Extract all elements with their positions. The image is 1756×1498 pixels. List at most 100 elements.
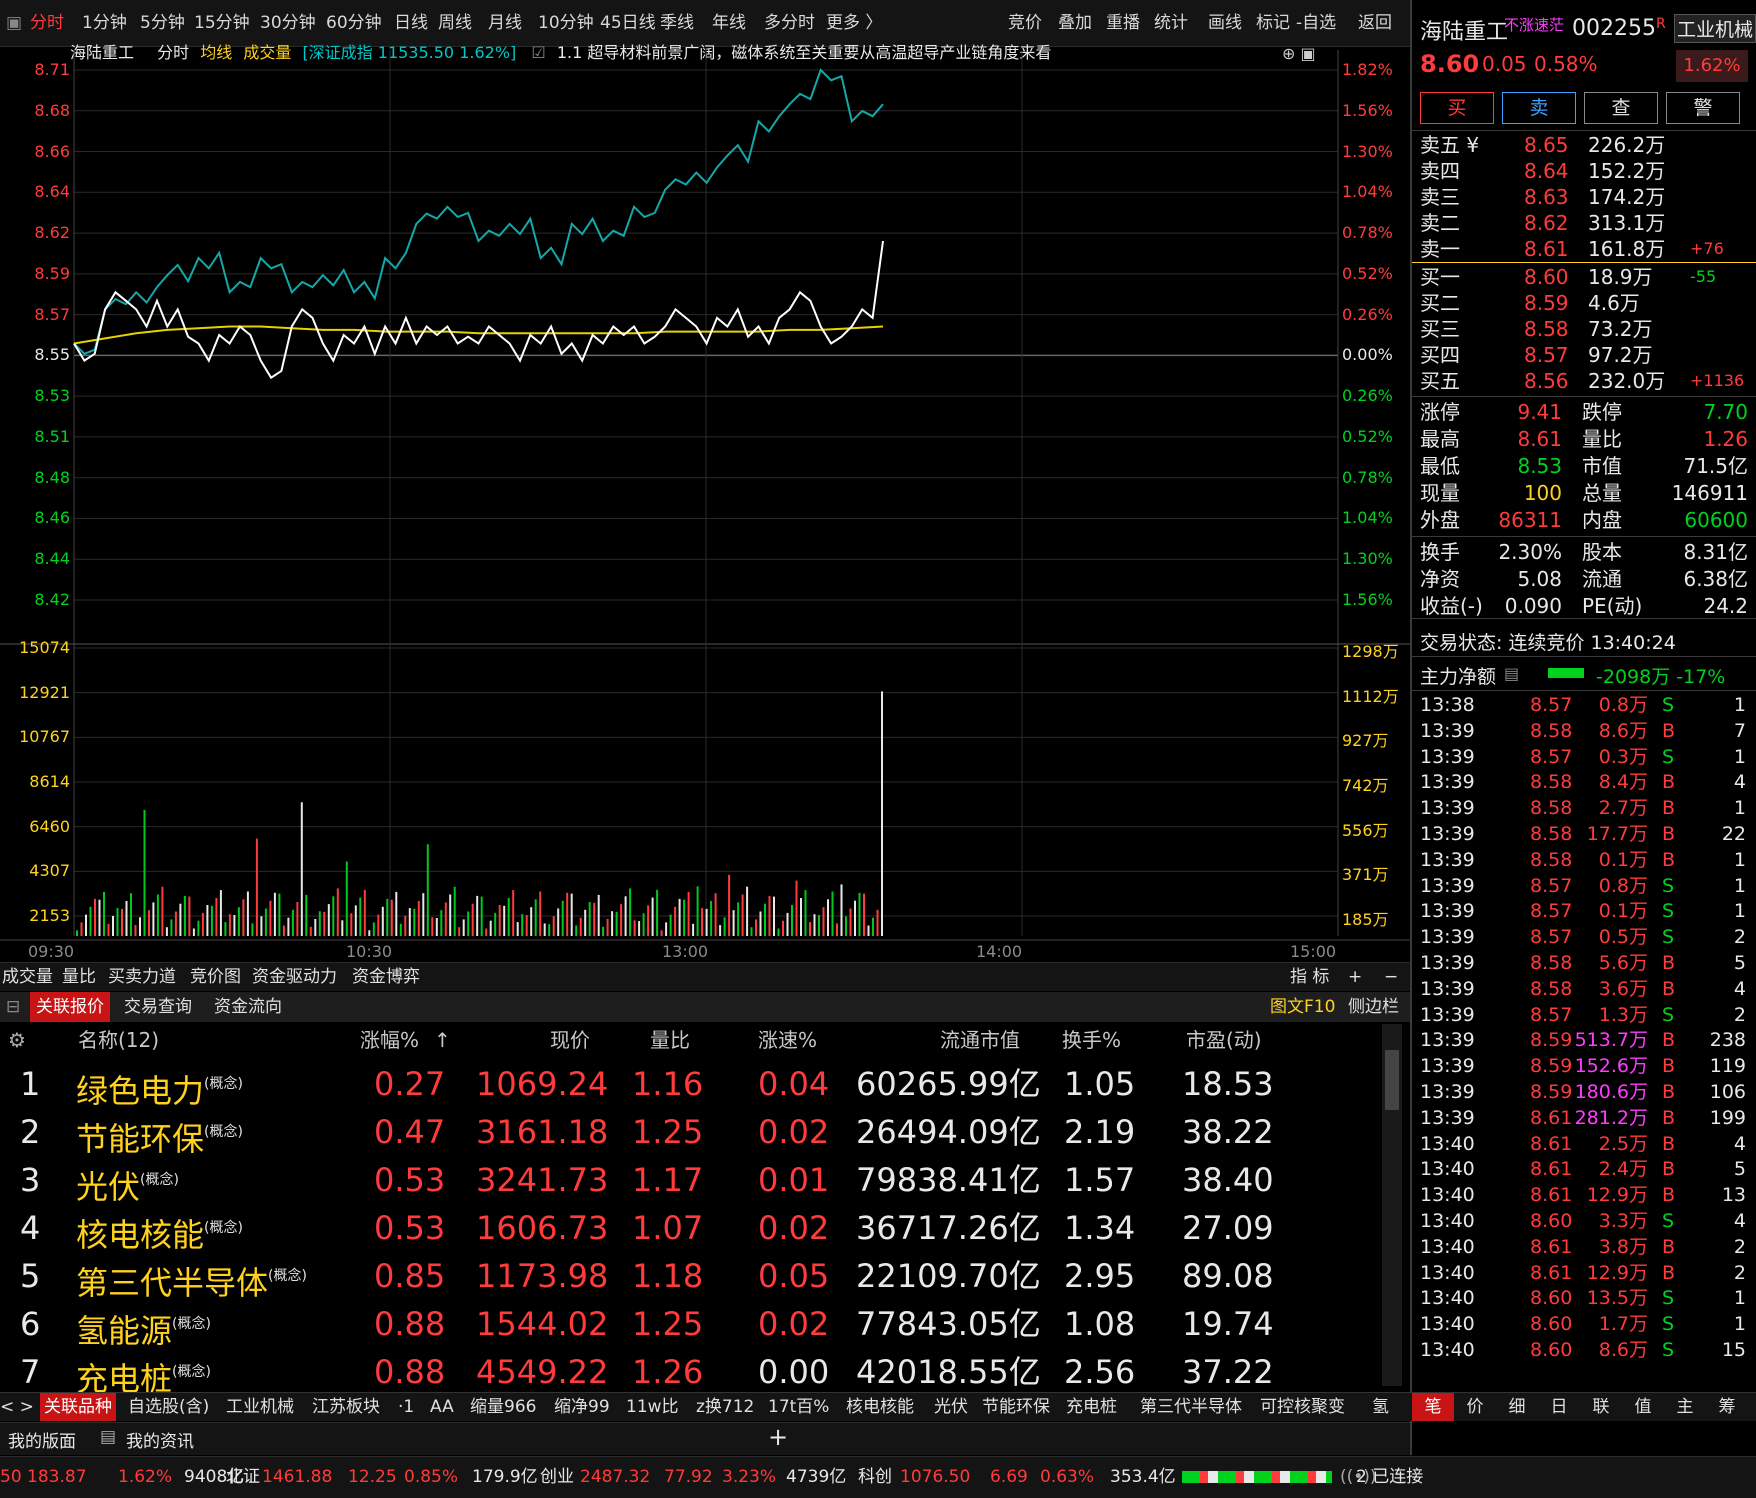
volume-bar [152,902,155,936]
buy-button[interactable]: 买 [1420,92,1494,124]
table-header[interactable]: 换手% [1062,1022,1121,1058]
table-row[interactable]: 6 氢能源(概念) 0.88 1544.02 1.25 0.02 77843.05亿 1.08… [0,1300,1380,1350]
row-name[interactable]: 核电核能(概念) [76,1204,243,1259]
asks-row[interactable]: 卖三 8.63 174.2万 [1412,184,1756,210]
row-pe: 27.09 [1182,1209,1274,1247]
tag-item[interactable]: 11w比 [626,1393,679,1421]
indicator-control[interactable]: − [1384,963,1398,991]
table-header[interactable]: 市盈(动) [1186,1022,1262,1058]
query-button[interactable]: 查 [1584,92,1658,124]
my-news-tab[interactable]: 我的资讯 [126,1427,194,1452]
tag-item[interactable]: AA [430,1393,454,1421]
table-header[interactable]: 量比 [650,1022,690,1058]
table-header[interactable]: 涨速% [758,1022,817,1058]
list-tab[interactable]: 资金流向 [214,992,282,1022]
quote-sector[interactable]: 工业机械 [1674,14,1756,43]
add-layout-button[interactable]: + [768,1423,788,1451]
row-name[interactable]: 光伏(概念) [76,1156,179,1211]
bids-row[interactable]: 买四 8.57 97.2万 [1412,342,1756,368]
indicator-tab[interactable]: 成交量 [2,963,53,991]
mainflow-icon[interactable]: ▤ [1504,664,1519,683]
indicator-tab[interactable]: 竞价图 [190,963,241,991]
row-name[interactable]: 绿色电力(概念) [76,1060,243,1115]
table-row[interactable]: 5 第三代半导体(概念) 0.85 1173.98 1.18 0.05 22109.70亿 2… [0,1252,1380,1302]
table-header[interactable]: 涨幅% [360,1022,419,1058]
table-header[interactable]: 名称(12) [78,1022,159,1058]
my-layout-tab[interactable]: 我的版面 [8,1427,76,1452]
sell-button[interactable]: 卖 [1502,92,1576,124]
chart-grid [0,50,1410,941]
tag-item[interactable]: 缩净99 [554,1393,610,1421]
volume-bar [777,928,780,936]
tag-item[interactable]: 自选股(含) [128,1393,209,1421]
stat-value: 7.70 [1703,400,1748,424]
settings-gear-icon[interactable]: ⚙ [8,1022,26,1058]
bids-row[interactable]: 买三 8.58 73.2万 [1412,316,1756,342]
tick-price: 8.58 [1530,719,1573,742]
tag-item[interactable]: < > [0,1393,34,1421]
tag-item[interactable]: 核电核能 [846,1393,914,1421]
row-name[interactable]: 节能环保(概念) [76,1108,243,1163]
collapse-icon[interactable]: ⊟ [6,992,20,1022]
asks-row[interactable]: 卖四 8.64 152.2万 [1412,158,1756,184]
tick-volume: 12.9万 [1586,1261,1648,1284]
table-header[interactable]: 流通市值 [940,1022,1020,1058]
table-row[interactable]: 4 核电核能(概念) 0.53 1606.73 1.07 0.02 36717.26亿 1.3… [0,1204,1380,1254]
tag-item[interactable]: 17t百% [768,1393,829,1421]
tag-item[interactable]: 可控核聚变 [1260,1393,1345,1421]
tag-item[interactable]: 氢 [1372,1393,1389,1421]
quote-panel-tab[interactable]: 价 [1454,1393,1496,1421]
bids-row[interactable]: 买五 8.56 232.0万 +1136 [1412,368,1756,394]
tick-count: 4 [1733,1210,1746,1232]
table-row[interactable]: 3 光伏(概念) 0.53 3241.73 1.17 0.01 79838.41亿 1.57 3… [0,1156,1380,1206]
indicator-tab[interactable]: 资金驱动力 [252,963,337,991]
indicator-control[interactable]: + [1348,963,1362,991]
volume-bar [534,899,537,936]
quote-panel-tab[interactable]: 筹 [1706,1393,1748,1421]
quote-panel-tab[interactable]: 值 [1622,1393,1664,1421]
table-row[interactable]: 1 绿色电力(概念) 0.27 1069.24 1.16 0.04 60265.99亿 1.0… [0,1060,1380,1110]
indicator-tab[interactable]: 资金博弈 [352,963,420,991]
indicator-control[interactable]: 指 标 [1290,963,1329,991]
intraday-chart[interactable] [0,40,1410,960]
asks-row[interactable]: 卖一 8.61 161.8万 +76 [1412,236,1756,262]
quote-panel-tab[interactable]: 联 [1580,1393,1622,1421]
table-row[interactable]: 7 充电桩(概念) 0.88 4549.22 1.26 0.00 42018.55亿 2.56… [0,1348,1380,1398]
quote-panel-tab[interactable]: 主 [1664,1393,1706,1421]
volume-bar [309,926,312,936]
tag-item[interactable]: z换712 [696,1393,754,1421]
asks-row[interactable]: 卖五 ¥ 8.65 226.2万 [1412,132,1756,158]
row-change: 0.47 [374,1113,446,1151]
indicator-tab[interactable]: 买卖力道 [108,963,176,991]
quote-panel-tab[interactable]: 笔 [1412,1393,1454,1421]
bids-row[interactable]: 买一 8.60 18.9万 -55 [1412,264,1756,290]
row-name[interactable]: 第三代半导体(概念) [76,1252,307,1307]
asks-row[interactable]: 卖二 8.62 313.1万 [1412,210,1756,236]
table-header[interactable]: 现价 [550,1022,590,1058]
tag-item[interactable]: 工业机械 [226,1393,294,1421]
tag-item[interactable]: 第三代半导体 [1140,1393,1242,1421]
tag-item[interactable]: 充电桩 [1066,1393,1117,1421]
tag-item[interactable]: 节能环保 [982,1393,1050,1421]
indicator-tab[interactable]: 量比 [62,963,96,991]
bids-row[interactable]: 买二 8.59 4.6万 [1412,290,1756,316]
tick-count: 4 [1733,977,1746,1000]
alert-button[interactable]: 警 [1666,92,1740,124]
quote-panel-tab[interactable]: 日 [1538,1393,1580,1421]
tick-volume: 0.5万 [1598,926,1648,949]
table-scrollbar[interactable] [1382,1024,1402,1386]
tag-item[interactable]: 江苏板块 [312,1393,380,1421]
row-name[interactable]: 氢能源(概念) [76,1300,211,1355]
tag-item[interactable]: 光伏 [934,1393,968,1421]
pct-axis-label: 0.26% [1342,386,1393,406]
tag-item[interactable]: ·1 [398,1393,414,1421]
list-tab[interactable]: 关联报价 [30,992,110,1022]
list-control[interactable]: 侧边栏 [1348,992,1399,1022]
list-control[interactable]: 图文F10 [1270,992,1335,1022]
tag-item[interactable]: 缩量966 [470,1393,536,1421]
table-row[interactable]: 2 节能环保(概念) 0.47 3161.18 1.25 0.02 26494.09亿 2.1… [0,1108,1380,1158]
list-tab[interactable]: 交易查询 [124,992,192,1022]
volume-bar [449,894,452,936]
quote-panel-tab[interactable]: 细 [1496,1393,1538,1421]
tag-item[interactable]: 关联品种 [40,1393,116,1421]
